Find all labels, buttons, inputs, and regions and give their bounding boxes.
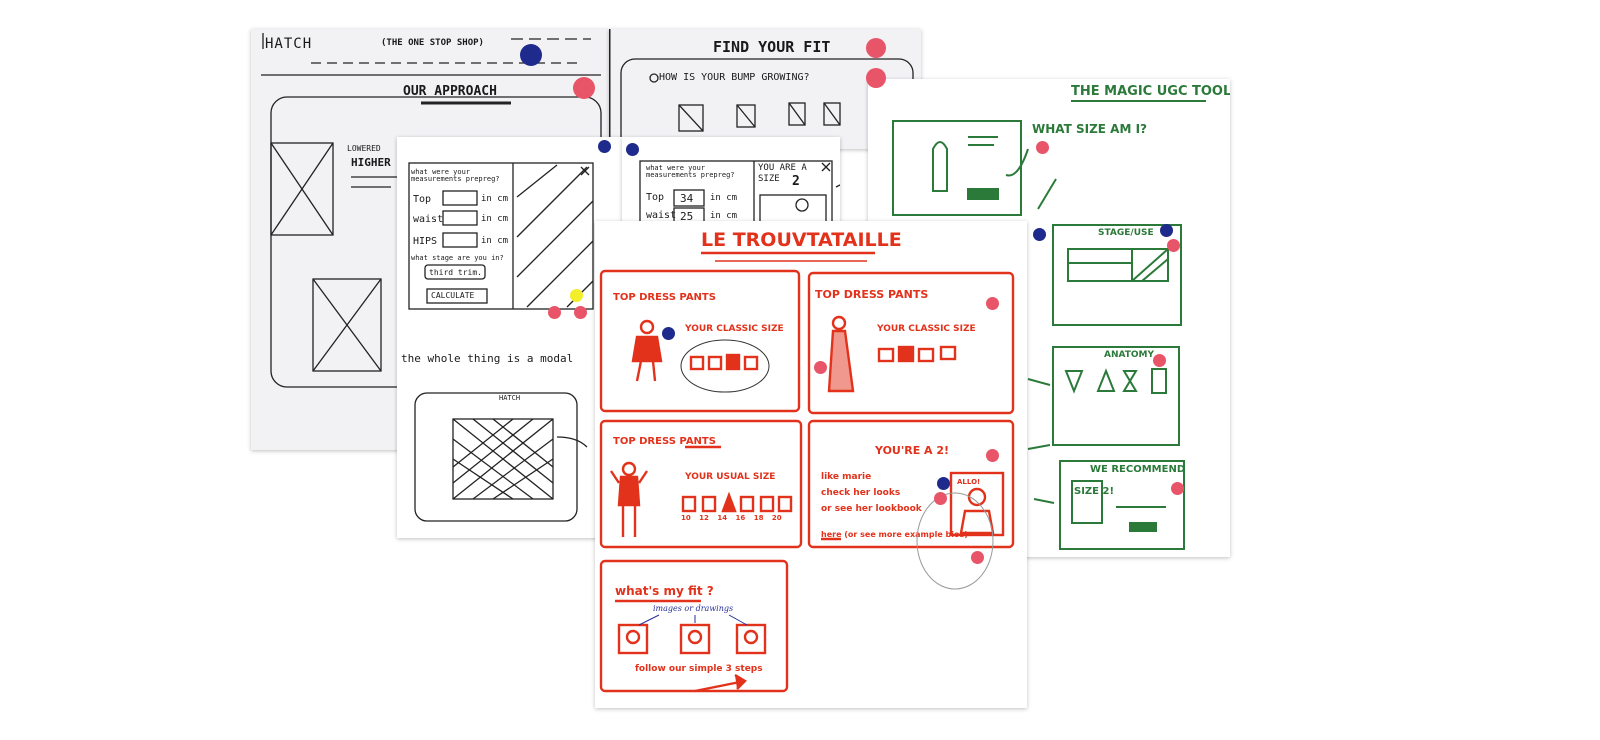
- dot-red-7: [1167, 239, 1180, 252]
- sketch-sheet-measurement-modal: what were your measurements prepreg? Top…: [397, 137, 622, 538]
- dot-red-11: [814, 361, 827, 374]
- sheet4-sketch-lines: [639, 160, 840, 223]
- dot-blue-6: [662, 327, 675, 340]
- dot-red-10: [986, 297, 999, 310]
- dot-red-4: [548, 306, 561, 319]
- dot-red-3: [866, 68, 886, 88]
- dot-blue-5: [1160, 224, 1173, 237]
- dot-red-2: [866, 38, 886, 58]
- dot-red-9: [1171, 482, 1184, 495]
- sheet6-sketch-lines: [599, 251, 1015, 693]
- sketch-sheet-size-result: what were your measurements prepreg? Top…: [622, 137, 840, 223]
- sheet3-sketch-lines: [408, 162, 594, 522]
- dot-yellow: [570, 289, 583, 302]
- dot-blue-7: [937, 477, 950, 490]
- dot-red-12: [986, 449, 999, 462]
- dot-red-14: [971, 551, 984, 564]
- dot-blue-1: [520, 44, 542, 66]
- dot-blue-4: [1033, 228, 1046, 241]
- dot-red-5: [574, 306, 587, 319]
- dot-red-13: [934, 492, 947, 505]
- dot-blue-3: [626, 143, 639, 156]
- sketch-sheet-le-trouvtataille: LE TROUVTATAILLE TOP DRESS PANTS YOUR CL…: [595, 221, 1027, 708]
- dot-red-6: [1036, 141, 1049, 154]
- dot-blue-2: [598, 140, 611, 153]
- dot-red-1: [573, 77, 595, 99]
- dot-red-8: [1153, 354, 1166, 367]
